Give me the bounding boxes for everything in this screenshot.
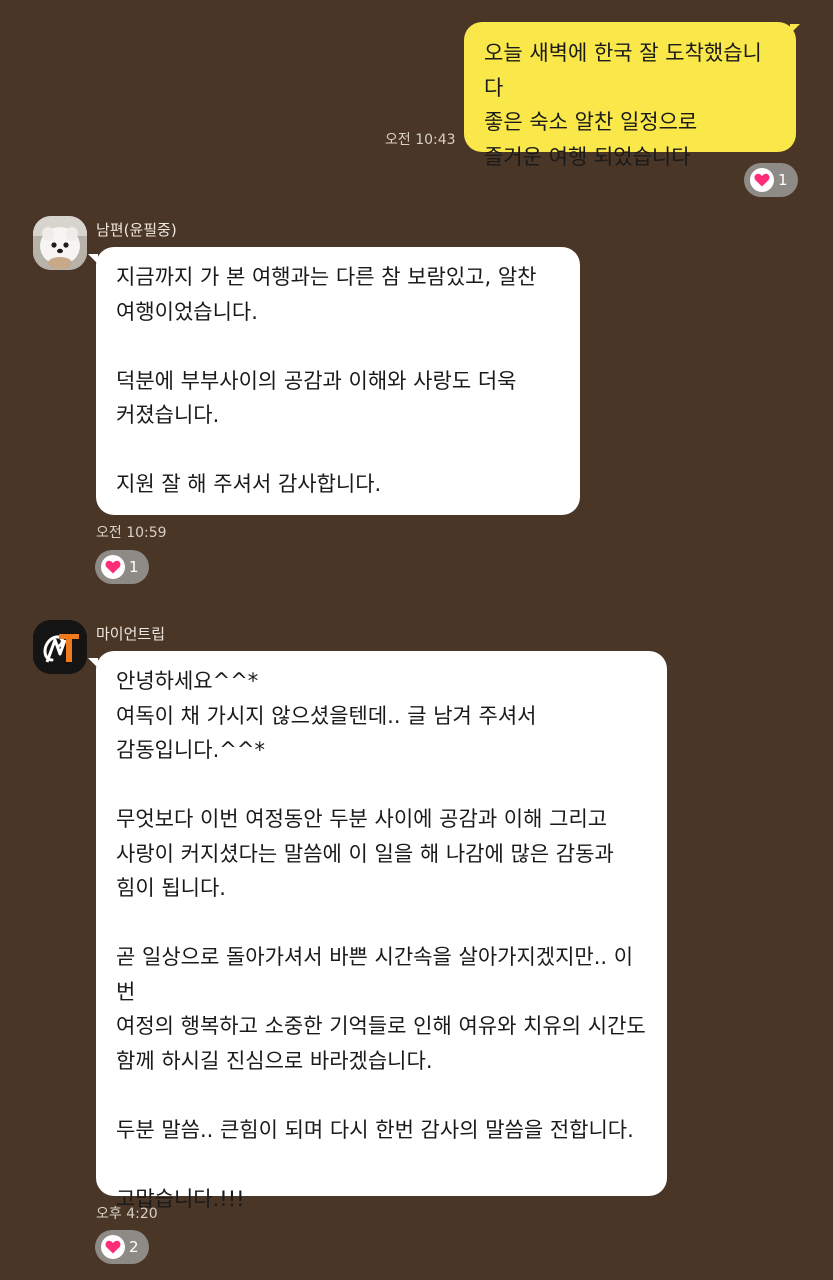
message-bubble[interactable]: 안녕하세요^^* 여독이 채 가시지 않으셨을텐데.. 글 남겨 주셔서 감동입… [96, 651, 667, 1211]
avatar[interactable] [33, 216, 87, 270]
my-message-bubble[interactable]: 오늘 새벽에 한국 잘 도착했습니다 좋은 숙소 알찬 일정으로 즐거운 여행 … [464, 22, 796, 169]
dog-avatar-icon [33, 216, 87, 270]
heart-icon [101, 555, 125, 579]
message-bubble[interactable]: 지금까지 가 본 여행과는 다른 참 보람있고, 알찬 여행이었습니다. 덕분에… [96, 247, 580, 515]
reaction-count: 1 [129, 558, 139, 576]
avatar[interactable] [33, 620, 87, 674]
message-time: 오전 10:59 [96, 525, 167, 541]
reaction-badge[interactable]: 1 [95, 550, 149, 584]
sender-name: 남편(윤필중) [96, 221, 177, 239]
reaction-count: 2 [129, 1238, 139, 1256]
mt-logo-icon [33, 620, 87, 674]
reaction-count: 1 [778, 171, 788, 189]
message-time: 오후 4:20 [96, 1206, 158, 1222]
heart-icon [101, 1235, 125, 1259]
heart-icon [750, 168, 774, 192]
sender-name: 마이언트립 [96, 625, 166, 643]
reaction-badge[interactable]: 1 [744, 163, 798, 197]
reaction-badge[interactable]: 2 [95, 1230, 149, 1264]
bubble-tail [790, 24, 800, 34]
message-time: 오전 10:43 [385, 132, 456, 148]
